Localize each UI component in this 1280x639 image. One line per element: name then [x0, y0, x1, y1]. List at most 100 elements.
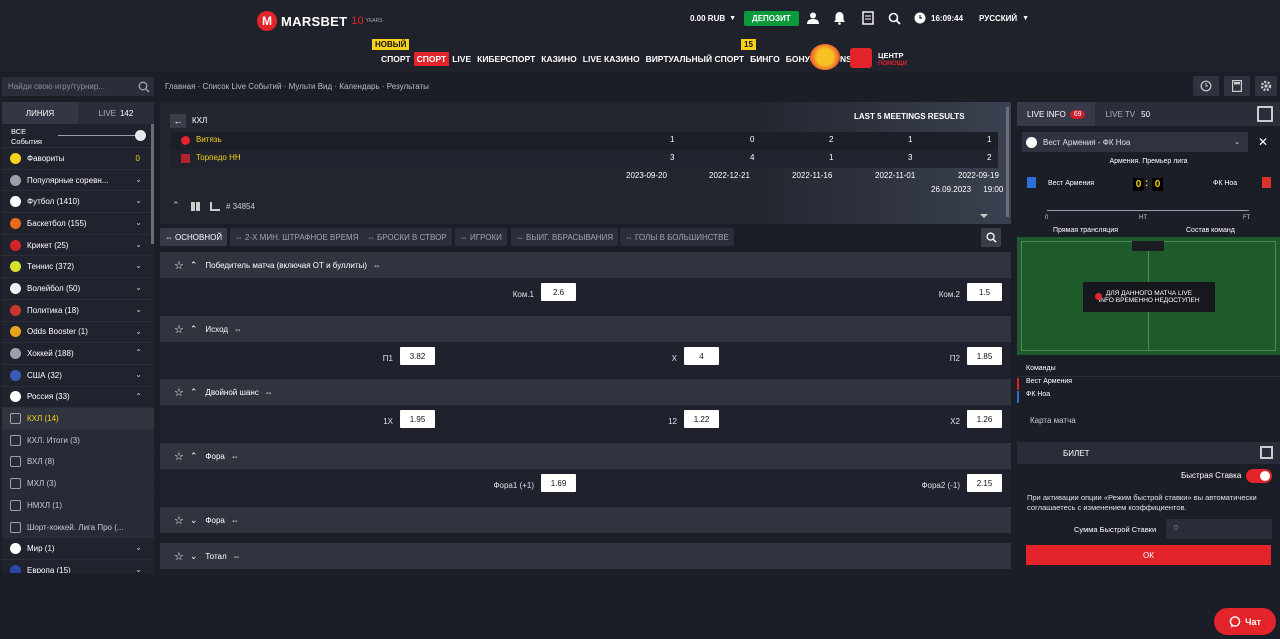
balance[interactable]: 0.00 RUB ▼ [690, 10, 736, 26]
search-icon[interactable] [888, 10, 901, 26]
tab-live-tv[interactable]: LIVE TV 50 [1095, 102, 1160, 126]
star-icon[interactable]: ☆ [174, 514, 184, 527]
chevron-down-icon[interactable]: ⌄ [135, 305, 142, 314]
sidebar-scrollbar[interactable] [151, 124, 154, 244]
calculator-button[interactable] [1224, 76, 1250, 96]
nav-live[interactable]: LIVE [449, 52, 474, 66]
market-tab[interactable]: ⇔ ОСНОВНОЙ [160, 228, 228, 246]
sidebar-item[interactable]: Шорт-хоккей. Лига Про (... [2, 516, 154, 539]
quick-sum-input[interactable]: 0 [1166, 519, 1272, 539]
nav-sport[interactable]: СПОРТ [413, 52, 450, 66]
tab-live-info[interactable]: LIVE INFO 69 [1017, 102, 1096, 126]
search-icon[interactable] [138, 81, 150, 93]
odd-button[interactable]: 1.26 [967, 410, 1002, 428]
chevron-down-icon[interactable]: ⌄ [135, 283, 142, 292]
chevron-down-icon[interactable]: ⌄ [135, 565, 142, 573]
odd-button[interactable]: 2.6 [541, 283, 576, 301]
header-scrollbar[interactable] [1006, 107, 1009, 217]
market-header[interactable]: ☆ ⌃ Двойной шанс ⇔ [160, 379, 1011, 405]
sidebar-item[interactable]: МХЛ (3) [2, 473, 154, 495]
sidebar-item[interactable]: Крикет (25) ⌄ [2, 235, 154, 257]
chevron-down-icon[interactable]: ⌄ [135, 327, 142, 336]
sidebar-item[interactable]: Теннис (372) ⌄ [2, 256, 154, 279]
back-arrow-icon[interactable]: ← [170, 114, 186, 128]
breadcrumb[interactable]: Главная · Список Live Событий · Мульти В… [165, 82, 429, 91]
chevron-down-icon[interactable]: ⌄ [190, 551, 198, 562]
stats-chart-icon[interactable] [210, 202, 220, 211]
sidebar-item[interactable]: КХЛ. Итоги (3) [2, 429, 154, 452]
sidebar-item[interactable]: Россия (33) ⌃ [2, 387, 154, 409]
star-icon[interactable]: ☆ [174, 323, 184, 336]
sidebar-item[interactable]: Фавориты 0 [2, 148, 154, 170]
market-tab[interactable]: ⇔ ВЫИГ. ВБРАСЫВАНИЯ [511, 228, 619, 246]
market-header[interactable]: ☆ ⌄ Фора ⇔ [160, 507, 1011, 533]
chevron-down-icon[interactable] [980, 214, 988, 218]
grid-view-icon[interactable] [191, 202, 201, 211]
odd-button[interactable]: 1.95 [400, 410, 435, 428]
chevron-down-icon[interactable]: ⌄ [190, 515, 198, 526]
pin-icon[interactable]: ✕ [1258, 135, 1268, 149]
market-header[interactable]: ☆ ⌃ Исход ⇔ [160, 316, 1011, 342]
market-search-button[interactable] [981, 228, 1001, 247]
star-icon[interactable]: ☆ [174, 550, 184, 563]
nav-virtual-sport[interactable]: ВИРТУАЛЬНЫЙ СПОРТ [643, 52, 748, 66]
chevron-down-icon[interactable]: ⌄ [135, 370, 142, 379]
match-card-link[interactable]: Карта матча [1030, 416, 1076, 425]
chevron-up-icon[interactable]: ⌃ [190, 387, 198, 398]
settings-button[interactable] [1255, 76, 1277, 96]
chat-button[interactable]: Чат [1214, 608, 1276, 635]
sidebar-item[interactable]: Политика (18) ⌄ [2, 300, 154, 322]
market-tab[interactable]: ⇔ ИГРОКИ [455, 228, 507, 246]
market-tab[interactable]: ⇔ БРОСКИ В СТВОР [362, 228, 452, 246]
chevron-down-icon[interactable]: ⌄ [135, 218, 142, 227]
all-events-slider[interactable]: ВСЕ События [2, 124, 154, 148]
chevron-down-icon[interactable]: ⌄ [135, 196, 142, 205]
bell-icon[interactable] [833, 10, 846, 26]
chevron-down-icon[interactable]: ⌄ [135, 175, 142, 184]
ok-button[interactable]: ОК [1026, 545, 1271, 565]
star-icon[interactable]: ☆ [174, 386, 184, 399]
quick-bet-toggle[interactable] [1246, 469, 1272, 483]
chevron-up-icon[interactable]: ⌃ [190, 324, 198, 335]
odd-button[interactable]: 1.22 [684, 410, 719, 428]
market-header[interactable]: ☆ ⌄ Тотал ⇔ [160, 543, 1011, 569]
chevron-up-icon[interactable]: ⌃ [135, 348, 142, 357]
history-button[interactable] [1193, 76, 1219, 96]
sidebar-item[interactable]: Баскетбол (155) ⌄ [2, 213, 154, 235]
promo-ball-icon[interactable] [810, 44, 840, 70]
sidebar-item[interactable]: Европа (15) ⌄ [2, 560, 154, 573]
chevron-down-icon[interactable]: ⌄ [135, 240, 142, 249]
chevron-up-icon[interactable]: ⌃ [190, 451, 198, 462]
event-select[interactable]: Вест Армения - ФК Ноа ⌄ [1022, 132, 1248, 152]
sidebar-item[interactable]: Мир (1) ⌄ [2, 538, 154, 561]
odd-button[interactable]: 3.82 [400, 347, 435, 365]
sidebar-item[interactable]: ВХЛ (8) [2, 451, 154, 474]
chevron-down-icon[interactable]: ⌄ [135, 543, 142, 552]
help-center-link[interactable]: ЦЕНТР ПОМОЩИ [878, 52, 907, 68]
odd-button[interactable]: 1.69 [541, 474, 576, 492]
sidebar-item[interactable]: НМХЛ (1) [2, 495, 154, 517]
tab-line[interactable]: ЛИНИЯ [2, 102, 78, 124]
sidebar-item[interactable]: Футбол (1410) ⌄ [2, 191, 154, 214]
collapse-up-icon[interactable]: ⌃ [172, 200, 180, 211]
expand-icon[interactable] [1260, 446, 1273, 459]
star-icon[interactable]: ☆ [174, 450, 184, 463]
slider-handle[interactable] [135, 130, 146, 141]
odd-button[interactable]: 1.85 [967, 347, 1002, 365]
sidebar-item[interactable]: КХЛ (14) [2, 408, 154, 430]
betslip-icon[interactable] [862, 10, 874, 26]
market-header[interactable]: ☆ ⌃ Фора ⇔ [160, 443, 1011, 469]
language-select[interactable]: РУССКИЙ ▼ [979, 10, 1029, 26]
sidebar-item[interactable]: Волейбол (50) ⌄ [2, 278, 154, 300]
chevron-down-icon[interactable]: ⌄ [135, 261, 142, 270]
chevron-up-icon[interactable]: ⌃ [190, 260, 198, 271]
tv-promo-icon[interactable] [850, 48, 872, 68]
nav-sport-new[interactable]: СПОРТ [378, 52, 414, 66]
fullscreen-icon[interactable] [1257, 106, 1273, 122]
search-input[interactable]: Найди свою игру/турнир... [2, 77, 154, 96]
tab-live[interactable]: LIVE 142 [78, 102, 154, 124]
sidebar-item[interactable]: Популярные соревн... ⌄ [2, 170, 154, 192]
star-icon[interactable]: ☆ [174, 259, 184, 272]
nav-live-casino[interactable]: LIVE КАЗИНО [580, 52, 643, 66]
nav-esports[interactable]: КИБЕРСПОРТ [474, 52, 538, 66]
